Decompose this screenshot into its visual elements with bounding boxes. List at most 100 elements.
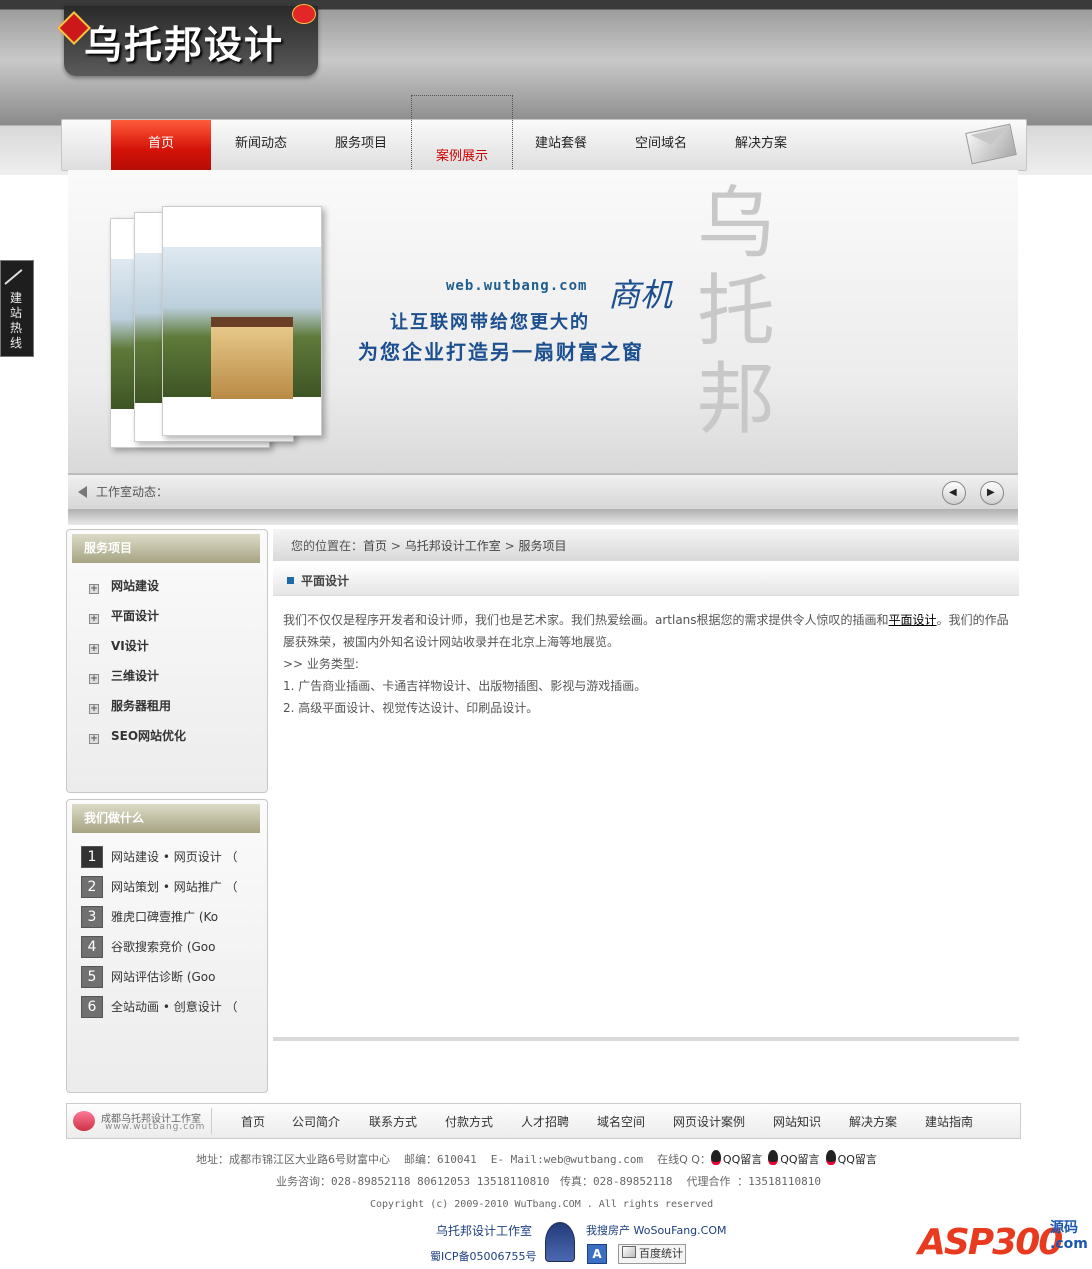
list-item[interactable]: 3 雅虎口碑壹推广 (Ko [81,906,257,928]
watermark-logo: ASP300 源码 .com [918,1212,1088,1267]
list-item[interactable]: 6 全站动画 • 创意设计 （ [81,996,257,1018]
plus-icon: + [89,644,99,654]
footer-phone: 业务咨询：028-89852118 80612053 13518110810 [276,1175,550,1188]
footer-icp[interactable]: 蜀ICP备05006755号 [430,1248,537,1264]
list-item[interactable]: 2 网站策划 • 网站推广 （ [81,876,257,898]
qq-icon [710,1150,721,1165]
footer-logo[interactable]: 成都乌托邦设计工作室 www.wutbang.com [71,1108,212,1134]
news-ticker: 工作室动态： ◀ ▶ [68,473,1018,511]
banner-shadow [68,509,1018,525]
content-item-2: 2. 高级平面设计、视觉传达设计、印刷品设计。 [283,701,539,715]
list-item[interactable]: 1 网站建设 • 网页设计 （ [81,846,257,868]
footer-link-about[interactable]: 公司简介 [292,1113,340,1130]
nav-item-packages[interactable]: 建站套餐 [511,120,611,170]
nav-item-home[interactable]: 首页 [111,120,211,170]
service-item[interactable]: + 三维设计 [89,666,159,686]
service-item[interactable]: + SEO网站优化 [89,726,186,746]
footer-fax: 传真：028-89852118 [560,1175,673,1188]
watermark-text: ASP300 [918,1222,1063,1263]
content-header: 平面设计 [273,565,1019,596]
services-title: 服务项目 [72,534,260,563]
list-item[interactable]: 5 网站评估诊断 (Goo [81,966,257,988]
a-badge-icon[interactable]: A [587,1244,607,1264]
service-item[interactable]: + 网站建设 [89,576,159,596]
baidu-tongji-button[interactable]: 百度统计 [618,1244,686,1264]
chart-icon [622,1246,636,1258]
breadcrumb-prefix: 您的位置在： [291,539,364,553]
footer-link-knowledge[interactable]: 网站知识 [773,1113,821,1130]
logo-text: 乌托邦设计 [84,22,285,67]
news-prev-button[interactable]: ◀ [942,481,966,505]
police-badge-icon[interactable] [545,1222,575,1262]
site-logo[interactable]: 乌托邦设计 [57,4,318,76]
nav-item-solutions[interactable]: 解决方案 [711,120,811,170]
banner-card [162,206,322,436]
watermark-sub-1: 源码 [1050,1220,1078,1236]
nav-item-domains[interactable]: 空间域名 [611,120,711,170]
service-item[interactable]: + 平面设计 [89,606,159,626]
main-nav: 首页 新闻动态 服务项目 案例展示 建站套餐 空间域名 解决方案 [61,95,1027,171]
whatwedo-box: 我们做什么 1 网站建设 • 网页设计 （ 2 网站策划 • 网站推广 （ 3 雅虎口… [66,799,268,1093]
content-title: 平面设计 [301,574,350,588]
watermark-sub-2: .com [1050,1236,1088,1252]
news-next-button[interactable]: ▶ [980,481,1004,505]
news-ticker-label: 工作室动态： [96,485,169,499]
banner-calligraphy: 乌托邦 [696,179,775,445]
arrow-right-icon: ▶ [987,487,995,498]
footer-copyright: Copyright (c) 2009-2010 WuTbang.COM . Al… [370,1199,714,1210]
whatwedo-title: 我们做什么 [72,804,260,833]
qq-button[interactable]: QQ留言 [710,1150,768,1166]
footer-link-solutions[interactable]: 解决方案 [849,1113,897,1130]
content-intro: 我们不仅仅是程序开发者和设计师，我们也是艺术家。我们热爱绘画。artlans根据… [283,613,1009,649]
nav-item-news[interactable]: 新闻动态 [211,120,311,170]
breadcrumb-services[interactable]: 服务项目 [518,539,566,553]
footer-qq-label: 在线Q Q： [657,1153,711,1166]
service-item[interactable]: + 服务器租用 [89,696,171,716]
wand-icon [4,269,23,285]
breadcrumb-separator: > [390,539,401,553]
graphic-design-link[interactable]: 平面设计 [889,613,937,627]
banner-slogan-1: 让互联网带给您更大的 [390,312,590,333]
footer-link-cases[interactable]: 网页设计案例 [673,1113,745,1130]
footer-link-guide[interactable]: 建站指南 [925,1113,973,1130]
footer-link-payment[interactable]: 付款方式 [445,1113,493,1130]
qq-button[interactable]: QQ留言 [825,1150,883,1166]
footer-address: 地址：成都市锦江区大业路6号财富中心 [196,1153,390,1166]
banner-highlight: 商机 [608,276,673,314]
hotline-label: 建站热线 [10,291,23,350]
content-bottom-bar [273,1037,1019,1041]
nav-item-cases[interactable]: 案例展示 [411,95,513,171]
banner-slogan-2: 为您企业打造另一扇财富之窗 [358,340,644,364]
qq-icon [768,1150,779,1165]
banner-url: web.wutbang.com [446,278,588,294]
content-item-1: 1. 广告商业插画、卡通吉祥物设计、出版物插图、影视与游戏插画。 [283,679,647,693]
speaker-icon [78,486,87,498]
square-bullet-icon [287,577,294,584]
footer-partner-link[interactable]: 我搜房产 WoSouFang.COM [586,1222,726,1238]
footer-contact-line: 地址：成都市锦江区大业路6号财富中心 邮编：610041 E- Mail:web… [196,1150,883,1167]
footer-link-jobs[interactable]: 人才招聘 [521,1113,569,1130]
footer-link-contact[interactable]: 联系方式 [369,1113,417,1130]
footer-phone-line: 业务咨询：028-89852118 80612053 13518110810 传… [276,1173,821,1189]
eye-logo-icon [73,1111,95,1131]
footer-studio-link[interactable]: 乌托邦设计工作室 [436,1222,532,1239]
footer-link-domains[interactable]: 域名空间 [597,1113,645,1130]
qq-button[interactable]: QQ留言 [768,1150,825,1166]
breadcrumb-home[interactable]: 首页 [363,539,387,553]
footer-nav: 成都乌托邦设计工作室 www.wutbang.com 首页 公司简介 联系方式 … [66,1103,1021,1139]
list-item[interactable]: 4 谷歌搜索竞价 (Goo [81,936,257,958]
breadcrumb: 您的位置在：首页 > 乌托邦设计工作室 > 服务项目 [273,529,1019,561]
footer-agent: 代理合作 ：13518110810 [686,1175,822,1188]
breadcrumb-separator: > [504,539,515,553]
plus-icon: + [89,734,99,744]
mail-icon[interactable] [965,123,1017,165]
breadcrumb-studio[interactable]: 乌托邦设计工作室 [405,539,501,553]
hotline-side-tab[interactable]: 建站热线 [0,260,34,357]
arrow-left-icon: ◀ [949,487,957,498]
footer-email: E- Mail:web@wutbang.com [490,1153,644,1166]
plus-icon: + [89,584,99,594]
plus-icon: + [89,704,99,714]
service-item[interactable]: + VI设计 [89,636,149,656]
nav-item-services[interactable]: 服务项目 [311,120,411,170]
footer-link-home[interactable]: 首页 [241,1113,265,1130]
